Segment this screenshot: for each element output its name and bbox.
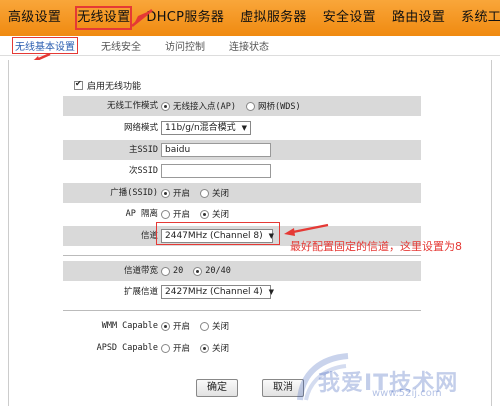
mode-label: 无线工作模式 [106,101,158,111]
apsd-row: APSD Capable 开启 关闭 [63,338,421,358]
broadcast-label: 广播(SSID) [110,188,158,198]
network-mode-label: 网络模式 [123,123,158,133]
nav-system-tools[interactable]: 系统工具 [453,0,500,36]
network-mode-row: 网络模式 11b/g/n混合模式 ▼ [63,118,421,138]
primary-ssid-input[interactable]: baidu [161,143,271,157]
ok-button[interactable]: 确定 [196,379,238,397]
wmm-row: WMM Capable 开启 关闭 [63,316,421,336]
channel-highlight-box [156,222,280,245]
broadcast-off-option[interactable]: 关闭 [200,187,229,199]
red-arrow-icon [131,9,153,27]
apsd-off-option[interactable]: 关闭 [200,342,229,354]
nav-routing-settings[interactable]: 路由设置 [384,0,453,36]
wmm-on-option[interactable]: 开启 [161,320,190,332]
bandwidth-20-option[interactable]: 20 [161,266,183,276]
apsd-label: APSD Capable [96,343,158,353]
section-divider [63,310,421,311]
nav-virtual-server[interactable]: 虚拟服务器 [232,0,315,36]
sub-navigation: 无线基本设置 无线安全 访问控制 连接状态 [0,36,500,56]
section-divider [63,255,421,256]
mode-wds-option[interactable]: 网桥(WDS) [245,100,301,112]
nav-advanced-settings[interactable]: 高级设置 [0,0,69,36]
enable-wireless-label: 启用无线功能 [87,82,142,92]
broadcast-row: 广播(SSID) 开启 关闭 [63,183,421,203]
mode-row: 无线工作模式 无线接入点(AP) 网桥(WDS) [63,96,421,116]
secondary-ssid-input[interactable] [161,164,271,178]
channel-annotation: 最好配置固定的信道，这里设置为8 [290,240,462,253]
nav-security-settings[interactable]: 安全设置 [315,0,384,36]
ap-isolation-label: AP 隔离 [125,209,158,219]
ext-channel-select[interactable]: 2427MHz (Channel 4) ▼ [161,285,274,299]
bandwidth-row: 信道带宽 20 20/40 [63,261,421,281]
top-navigation: 高级设置 无线设置 DHCP服务器 虚拟服务器 安全设置 路由设置 系统工具 [0,0,500,36]
bandwidth-2040-option[interactable]: 20/40 [193,266,231,276]
network-mode-select[interactable]: 11b/g/n混合模式 ▼ [161,121,252,135]
enable-wireless-row: 启用无线功能 [74,79,141,92]
tab-connection-status[interactable]: 连接状态 [229,38,269,53]
tab-wireless-security[interactable]: 无线安全 [101,38,141,53]
ap-isolation-off-option[interactable]: 关闭 [200,208,229,220]
secondary-ssid-label: 次SSID [129,166,158,176]
secondary-ssid-row: 次SSID [63,161,421,181]
ap-isolation-row: AP 隔离 开启 关闭 [63,204,421,224]
red-arrow-icon [284,223,329,236]
mode-ap-option[interactable]: 无线接入点(AP) [161,100,236,112]
apsd-on-option[interactable]: 开启 [161,342,190,354]
enable-wireless-checkbox[interactable] [74,79,83,90]
wmm-label: WMM Capable [101,321,158,331]
tab-access-control[interactable]: 访问控制 [165,38,205,53]
channel-label: 信道 [140,231,158,241]
primary-ssid-row: 主SSID baidu [63,140,421,160]
ext-channel-label: 扩展信道 [123,287,158,297]
ext-channel-row: 扩展信道 2427MHz (Channel 4) ▼ [63,282,421,302]
bandwidth-label: 信道带宽 [123,266,158,276]
primary-ssid-label: 主SSID [129,145,158,155]
broadcast-on-option[interactable]: 开启 [161,187,190,199]
wmm-off-option[interactable]: 关闭 [200,320,229,332]
watermark-url: www.52ij.com [372,388,442,399]
ap-isolation-on-option[interactable]: 开启 [161,208,190,220]
